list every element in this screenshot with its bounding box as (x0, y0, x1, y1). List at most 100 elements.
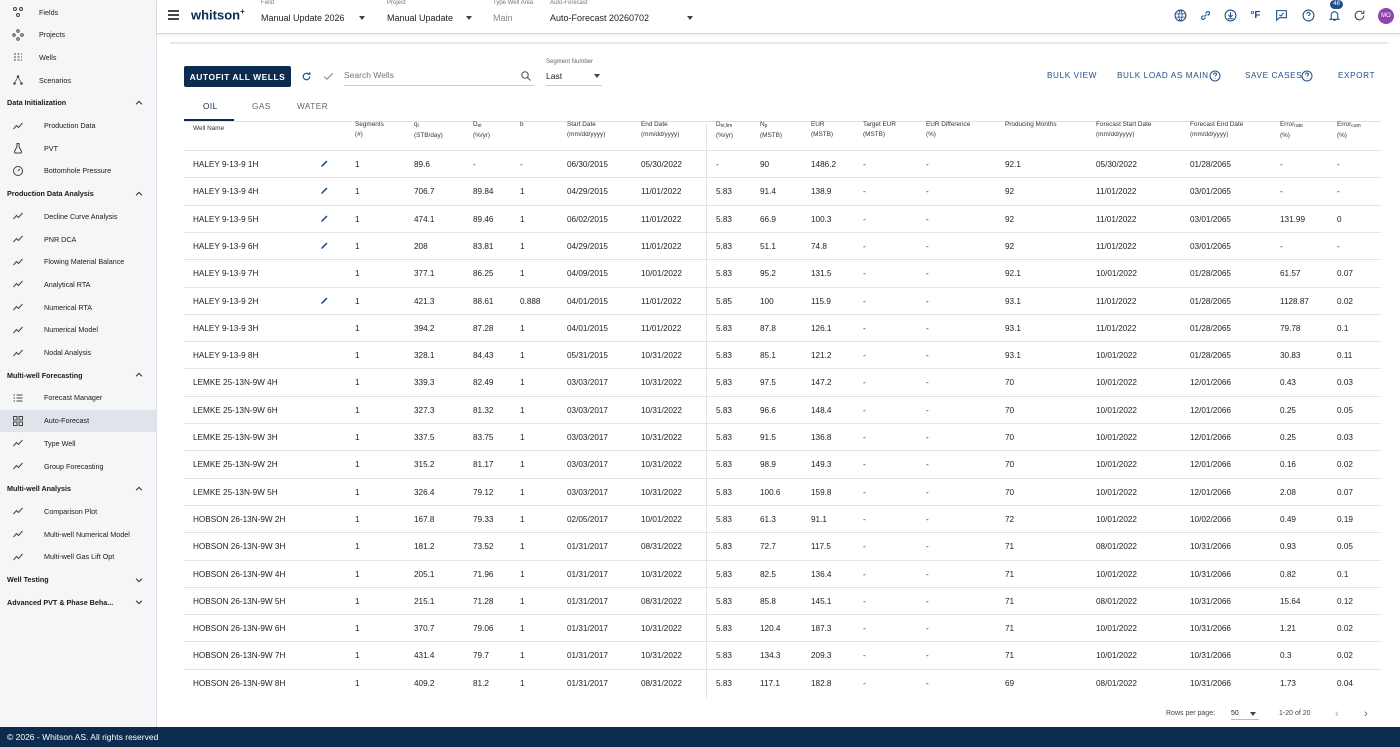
sidebar-item-decline-curve-analysis[interactable]: Decline Curve Analysis (0, 205, 156, 227)
table-row[interactable]: HOBSON 26-13N-9W 6H 1 370.7 79.06 1 01/31/201… (184, 614, 1381, 641)
tab-water[interactable]: WATER (297, 102, 328, 111)
table-row[interactable]: HALEY 9-13-9 8H 1 328.1 84.43 1 05/31/2015 10/… (184, 341, 1381, 368)
column-header[interactable]: b (520, 120, 524, 130)
table-row[interactable]: LEMKE 25-13N-9W 3H 1 337.5 83.75 1 03/03/2017… (184, 423, 1381, 450)
temperature-unit-icon[interactable]: °F (1248, 8, 1263, 23)
sidebar-section-multi-well-forecasting[interactable]: Multi-well Forecasting (0, 364, 156, 386)
bulk-load-as-main-button[interactable]: BULK LOAD AS MAIN (1117, 71, 1209, 80)
feedback-icon[interactable] (1274, 8, 1289, 23)
sidebar-section-well-testing[interactable]: Well Testing (0, 569, 156, 591)
column-header[interactable]: Forecast Start Date (mm/dd/yyyy) (1096, 120, 1151, 140)
sidebar-section-advanced-pvt-phase-beha[interactable]: Advanced PVT & Phase Beha... (0, 591, 156, 613)
sidebar-item-wells[interactable]: Wells (0, 46, 156, 68)
sidebar-item-type-well[interactable]: Type Well (0, 432, 156, 454)
sidebar-item-numerical-model[interactable]: Numerical Model (0, 319, 156, 341)
field-select[interactable]: Field Manual Update 2026 (261, 0, 369, 34)
sync-icon[interactable] (300, 70, 313, 83)
column-header[interactable]: Np (MSTB) (760, 120, 782, 141)
project-select[interactable]: Project Manual Upadate (387, 0, 472, 34)
help-icon[interactable] (1301, 8, 1316, 23)
column-header[interactable]: Start Date (mm/dd/yyyy) (567, 120, 605, 140)
export-button[interactable]: EXPORT (1338, 71, 1375, 80)
link-icon[interactable] (1198, 8, 1213, 23)
column-header[interactable]: Errorcum (%) (1337, 120, 1361, 141)
column-header[interactable]: Producing Months (1005, 120, 1057, 130)
table-row[interactable]: HOBSON 26-13N-9W 7H 1 431.4 79.7 1 01/31/2017… (184, 641, 1381, 668)
edit-icon[interactable] (320, 186, 329, 197)
tab-gas[interactable]: GAS (252, 102, 271, 111)
edit-icon[interactable] (320, 214, 329, 225)
auto-forecast-select[interactable]: Auto-Forecast Auto-Forecast 20260702 (550, 0, 695, 34)
sidebar-section-multi-well-analysis[interactable]: Multi-well Analysis (0, 478, 156, 500)
column-header[interactable]: Forecast End Date (mm/dd/yyyy) (1190, 120, 1243, 140)
column-header[interactable]: Well Name (193, 124, 224, 134)
table-row[interactable]: LEMKE 25-13N-9W 6H 1 327.3 81.32 1 03/03/2017… (184, 395, 1381, 423)
avatar[interactable]: MO (1378, 8, 1394, 24)
table-row[interactable]: HOBSON 26-13N-9W 3H 1 181.2 73.52 1 01/31/201… (184, 532, 1381, 559)
sidebar-item-production-data[interactable]: Production Data (0, 115, 156, 137)
sidebar-item-auto-forecast[interactable]: Auto-Forecast (0, 409, 156, 432)
table-row[interactable]: HOBSON 26-13N-9W 8H 1 409.2 81.2 1 01/31/2017… (184, 668, 1381, 696)
bulk-load-help-icon[interactable] (1209, 70, 1221, 84)
search-field[interactable] (344, 66, 534, 86)
sidebar-item-pvt[interactable]: PVT (0, 137, 156, 159)
table-row[interactable]: HOBSON 26-13N-9W 4H 1 205.1 71.96 1 01/31/201… (184, 559, 1381, 587)
sidebar-item-group-forecasting[interactable]: Group Forecasting (0, 455, 156, 477)
sidebar-section-data-initialization[interactable]: Data Initialization (0, 92, 156, 114)
edit-icon[interactable] (320, 241, 329, 252)
table-row[interactable]: HOBSON 26-13N-9W 2H 1 167.8 79.33 1 02/05/201… (184, 504, 1381, 532)
edit-icon[interactable] (320, 296, 329, 307)
download-icon[interactable] (1223, 8, 1238, 23)
table-row[interactable]: HALEY 9-13-9 1H 1 89.6 - - 06/30/2015 05/30/20… (184, 150, 1381, 177)
table-row[interactable]: LEMKE 25-13N-9W 2H 1 315.2 81.17 1 03/03/2017… (184, 450, 1381, 477)
table-row[interactable]: HALEY 9-13-9 6H 1 208 83.81 1 04/29/2015 11/01… (184, 231, 1381, 259)
sidebar-item-forecast-manager[interactable]: Forecast Manager (0, 387, 156, 409)
column-header[interactable]: Dei,lim (%/yr) (716, 120, 733, 141)
column-header[interactable]: qi (STB/day) (414, 120, 443, 141)
segment-number-select[interactable]: Segment Number Last (546, 59, 602, 86)
column-header[interactable]: End Date (mm/dd/yyyy) (641, 120, 679, 140)
sidebar-item-multi-well-gas-lift-opt[interactable]: Multi-well Gas Lift Opt (0, 546, 156, 568)
sidebar-item-projects[interactable]: Projects (0, 24, 156, 46)
edit-icon[interactable] (320, 159, 329, 170)
table-row[interactable]: LEMKE 25-13N-9W 5H 1 326.4 79.12 1 03/03/2017… (184, 477, 1381, 505)
column-header[interactable]: Dei (%/yr) (473, 120, 490, 141)
sidebar-item-pnr-dca[interactable]: PNR DCA (0, 228, 156, 250)
sidebar-item-numerical-rta[interactable]: Numerical RTA (0, 296, 156, 318)
column-header[interactable]: EUR (MSTB) (811, 120, 833, 140)
sidebar-item-scenarios[interactable]: Scenarios (0, 69, 156, 91)
sidebar-item-bottomhole-pressure[interactable]: Bottomhole Pressure (0, 160, 156, 182)
table-row[interactable]: HALEY 9-13-9 3H 1 394.2 87.28 1 04/01/2015 11/… (184, 313, 1381, 341)
sidebar-item-multi-well-numerical-model[interactable]: Multi-well Numerical Model (0, 523, 156, 545)
menu-icon[interactable] (168, 10, 179, 20)
search-icon[interactable] (520, 70, 532, 84)
save-cases-button[interactable]: SAVE CASES (1245, 71, 1302, 80)
tab-oil[interactable]: OIL (203, 102, 218, 111)
sidebar-item-flowing-material-balance[interactable]: Flowing Material Balance (0, 251, 156, 273)
column-header[interactable]: EUR Difference (%) (926, 120, 970, 140)
table-row[interactable]: HALEY 9-13-9 5H 1 474.1 89.46 1 06/02/2015 11/… (184, 204, 1381, 232)
rows-per-page-select[interactable]: 50 (1231, 707, 1259, 720)
table-row[interactable]: HOBSON 26-13N-9W 5H 1 215.1 71.28 1 01/31/201… (184, 586, 1381, 614)
sidebar-section-production-data-analysis[interactable]: Production Data Analysis (0, 183, 156, 205)
sidebar-item-fields[interactable]: Fields (0, 1, 156, 23)
bulk-view-button[interactable]: BULK VIEW (1047, 71, 1097, 80)
brand-logo[interactable]: whitson+ (191, 7, 245, 22)
column-header[interactable]: Target EUR (MSTB) (863, 120, 896, 140)
sidebar-item-analytical-rta[interactable]: Analytical RTA (0, 273, 156, 295)
bell-icon[interactable] (1327, 8, 1342, 23)
sidebar-item-nodal-analysis[interactable]: Nodal Analysis (0, 342, 156, 364)
check-icon[interactable] (322, 70, 335, 83)
globe-icon[interactable] (1173, 8, 1188, 23)
table-row[interactable]: HALEY 9-13-9 7H 1 377.1 86.25 1 04/09/2015 10/… (184, 259, 1381, 286)
column-header[interactable]: Errorrate (%) (1280, 120, 1303, 141)
next-page-icon[interactable]: › (1364, 708, 1368, 720)
sidebar-item-comparison-plot[interactable]: Comparison Plot (0, 500, 156, 522)
autofit-all-wells-button[interactable]: AUTOFIT ALL WELLS (184, 66, 291, 87)
table-row[interactable]: LEMKE 25-13N-9W 4H 1 339.3 82.49 1 03/03/2017… (184, 368, 1381, 395)
column-header[interactable]: Segments (#) (355, 120, 384, 140)
table-row[interactable]: HALEY 9-13-9 4H 1 706.7 89.84 1 04/29/2015 11/… (184, 177, 1381, 204)
search-input[interactable] (344, 70, 509, 80)
refresh-icon[interactable] (1352, 8, 1367, 23)
save-cases-help-icon[interactable] (1301, 70, 1313, 84)
